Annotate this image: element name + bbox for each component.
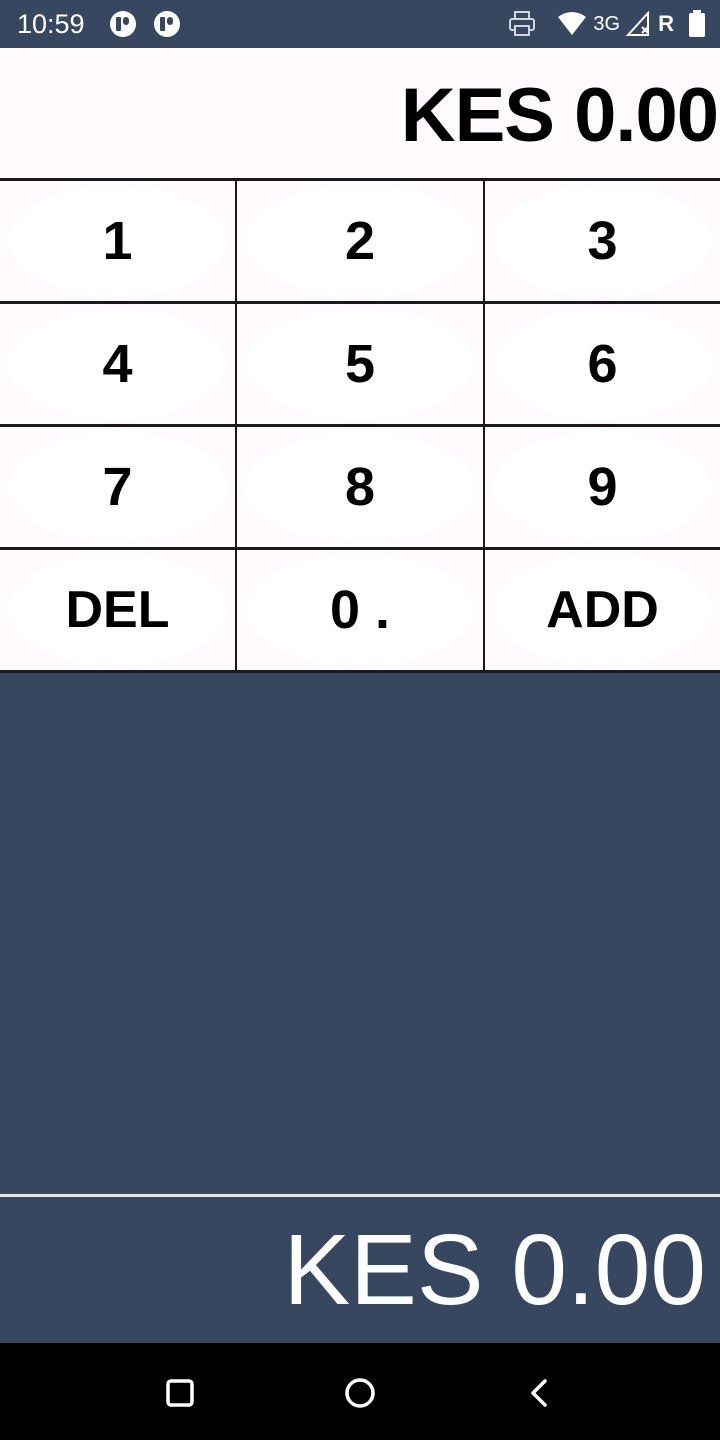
navigation-bar: [0, 1343, 720, 1440]
app-notification-icon: [154, 11, 180, 37]
key-5[interactable]: 5: [235, 304, 483, 427]
key-6[interactable]: 6: [483, 304, 720, 427]
key-label: 3: [587, 211, 618, 271]
wifi-icon: [558, 12, 587, 35]
key-label: 7: [102, 457, 133, 517]
back-chevron-icon[interactable]: [518, 1371, 562, 1415]
items-area: [0, 673, 720, 1195]
key-label: 8: [344, 457, 376, 517]
total-value: KES 0.00: [283, 1214, 706, 1326]
status-bar: 10:59 3G R: [0, 0, 720, 48]
key-9[interactable]: 9: [483, 427, 720, 550]
cell-signal-icon: [626, 11, 650, 36]
amount-value: KES 0.00: [400, 73, 719, 158]
key-4[interactable]: 4: [0, 304, 235, 427]
key-label: 5: [344, 334, 376, 394]
keypad: 1 2 3 4 5 6 7 8 9 DEL 0 . ADD: [0, 178, 720, 673]
key-1[interactable]: 1: [0, 181, 235, 304]
key-label: 4: [102, 334, 133, 394]
key-label: 2: [344, 211, 376, 271]
key-2[interactable]: 2: [235, 181, 483, 304]
key-label: 1: [102, 211, 133, 271]
key-zero-decimal[interactable]: 0 .: [235, 550, 483, 673]
key-label: DEL: [65, 581, 170, 639]
battery-icon: [689, 10, 705, 37]
key-7[interactable]: 7: [0, 427, 235, 550]
key-label: 0 .: [329, 580, 391, 640]
total-bar: KES 0.00: [0, 1197, 720, 1343]
delete-button[interactable]: DEL: [0, 550, 235, 673]
add-button[interactable]: ADD: [483, 550, 720, 673]
status-time: 10:59: [17, 9, 85, 39]
key-label: 6: [587, 334, 618, 394]
key-8[interactable]: 8: [235, 427, 483, 550]
key-label: 9: [587, 457, 618, 517]
app-notification-icon: [110, 11, 136, 37]
amount-display: KES 0.00: [0, 48, 720, 178]
roaming-indicator: R: [658, 11, 674, 36]
key-3[interactable]: 3: [483, 181, 720, 304]
home-circle-icon[interactable]: [338, 1371, 382, 1415]
status-icons: 3G R: [507, 8, 706, 40]
recents-square-icon[interactable]: [158, 1371, 202, 1415]
network-type: 3G: [593, 13, 621, 35]
printer-icon: [509, 11, 536, 36]
key-label: ADD: [546, 581, 659, 639]
